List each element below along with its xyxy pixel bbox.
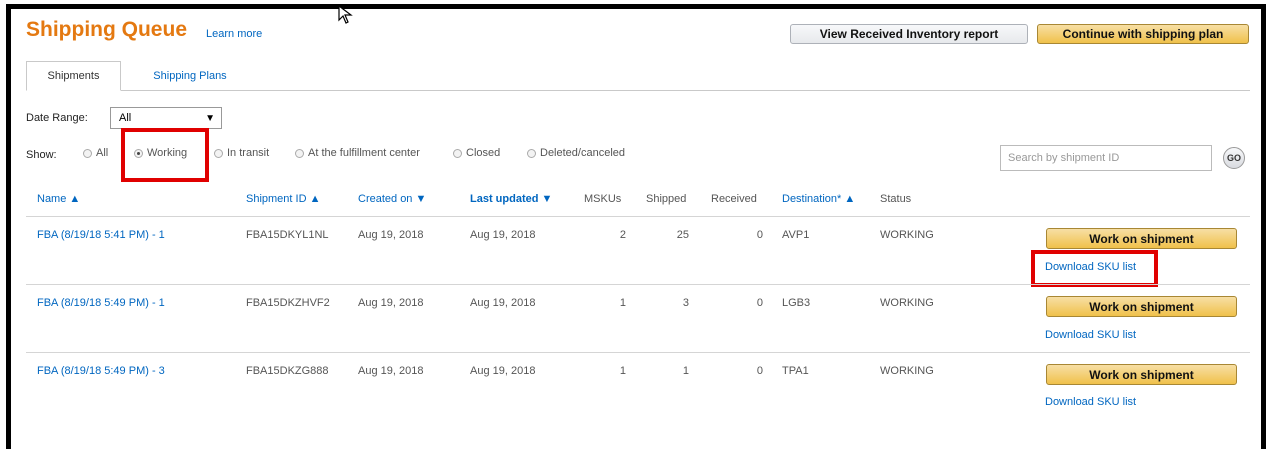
received-count: 0 [756, 365, 763, 377]
radio-label: All [96, 147, 109, 159]
column-header-mskus: MSKUs [584, 193, 622, 205]
shipped-count: 3 [682, 297, 689, 309]
page-title: Shipping Queue [26, 18, 187, 41]
created-on: Aug 19, 2018 [358, 229, 424, 241]
last-updated: Aug 19, 2018 [470, 229, 536, 241]
radio-at-fulfillment-center[interactable]: At the fulfillment center [295, 147, 420, 159]
shipped-count: 1 [682, 365, 689, 377]
table-header-divider [26, 216, 1250, 217]
status: WORKING [880, 229, 934, 241]
column-header-received: Received [711, 193, 757, 205]
radio-label: Deleted/canceled [540, 147, 626, 159]
highlight-working-filter [121, 128, 209, 182]
column-header-created-on[interactable]: Created on ▼ [358, 193, 426, 205]
search-shipment-input[interactable]: Search by shipment ID [1000, 145, 1212, 171]
shipment-name-link[interactable]: FBA (8/19/18 5:49 PM) - 1 [37, 297, 165, 309]
radio-label: Closed [466, 147, 501, 159]
highlight-download-sku-list [1031, 250, 1158, 287]
date-range-label: Date Range: [26, 112, 88, 124]
radio-button-icon [83, 148, 92, 158]
mskus-count: 1 [619, 365, 626, 377]
radio-button-icon [453, 148, 462, 158]
destination: AVP1 [782, 229, 810, 241]
radio-in-transit[interactable]: In transit [214, 147, 269, 159]
tab-shipments[interactable]: Shipments [26, 61, 121, 91]
radio-label: In transit [227, 147, 270, 159]
created-on: Aug 19, 2018 [358, 297, 424, 309]
radio-button-icon [295, 148, 304, 158]
mskus-count: 1 [619, 297, 626, 309]
continue-shipping-plan-button[interactable]: Continue with shipping plan [1037, 24, 1249, 44]
dropdown-arrow-icon: ▼ [205, 112, 215, 124]
destination: TPA1 [782, 365, 809, 377]
column-header-destination[interactable]: Destination* ▲ [782, 193, 855, 205]
shipment-id: FBA15DKYL1NL [246, 229, 329, 241]
row-divider [26, 284, 1250, 285]
shipment-id: FBA15DKZG888 [246, 365, 329, 377]
shipment-id: FBA15DKZHVF2 [246, 297, 330, 309]
last-updated: Aug 19, 2018 [470, 365, 536, 377]
work-on-shipment-button[interactable]: Work on shipment [1046, 228, 1237, 249]
radio-button-icon [214, 148, 223, 158]
received-count: 0 [756, 297, 763, 309]
work-on-shipment-button[interactable]: Work on shipment [1046, 296, 1237, 317]
destination: LGB3 [782, 297, 811, 309]
radio-all[interactable]: All [83, 147, 108, 159]
download-sku-list-link[interactable]: Download SKU list [1045, 396, 1136, 408]
radio-button-icon [527, 148, 536, 158]
created-on: Aug 19, 2018 [358, 365, 424, 377]
shipment-name-link[interactable]: FBA (8/19/18 5:41 PM) - 1 [37, 229, 165, 241]
date-range-value: All [119, 112, 132, 124]
view-received-inventory-button[interactable]: View Received Inventory report [790, 24, 1028, 44]
download-sku-list-link[interactable]: Download SKU list [1045, 329, 1136, 341]
go-button[interactable]: GO [1223, 147, 1245, 169]
tab-shipping-plans[interactable]: Shipping Plans [140, 61, 240, 91]
shipment-name-link[interactable]: FBA (8/19/18 5:49 PM) - 3 [37, 365, 165, 377]
status: WORKING [880, 297, 934, 309]
work-on-shipment-button[interactable]: Work on shipment [1046, 364, 1237, 385]
radio-closed[interactable]: Closed [453, 147, 500, 159]
date-range-select[interactable]: All ▼ [110, 107, 222, 129]
show-label: Show: [26, 149, 57, 161]
mskus-count: 2 [619, 229, 626, 241]
radio-deleted-canceled[interactable]: Deleted/canceled [527, 147, 625, 159]
radio-label: At the fulfillment center [308, 147, 420, 159]
column-header-status: Status [880, 193, 912, 205]
status: WORKING [880, 365, 934, 377]
received-count: 0 [756, 229, 763, 241]
column-header-shipment-id[interactable]: Shipment ID ▲ [246, 193, 320, 205]
last-updated: Aug 19, 2018 [470, 297, 536, 309]
column-header-shipped: Shipped [646, 193, 687, 205]
shipped-count: 25 [676, 229, 689, 241]
column-header-name[interactable]: Name ▲ [37, 193, 80, 205]
column-header-last-updated[interactable]: Last updated ▼ [470, 193, 552, 205]
learn-more-link[interactable]: Learn more [206, 28, 262, 40]
row-divider [26, 352, 1250, 353]
mouse-cursor-icon [338, 4, 353, 24]
